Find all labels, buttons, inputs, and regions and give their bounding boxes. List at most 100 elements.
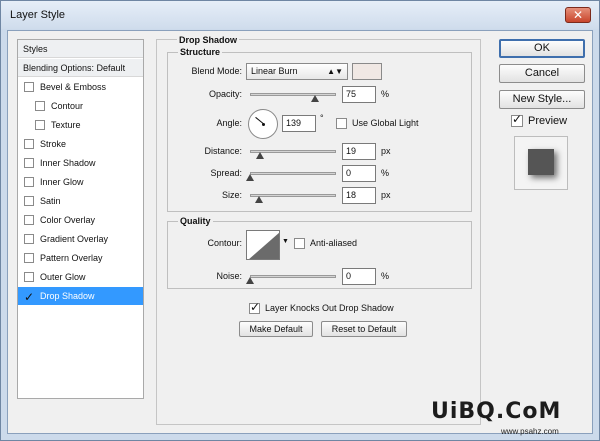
style-checkbox[interactable]: [24, 196, 34, 206]
spread-label: Spread:: [210, 168, 242, 178]
style-item-texture[interactable]: Texture: [18, 116, 143, 134]
drop-shadow-panel: Drop Shadow Structure Blend Mode: Linear…: [156, 35, 481, 425]
spread-input[interactable]: 0: [342, 165, 376, 182]
size-slider[interactable]: [250, 194, 336, 197]
spread-unit: %: [381, 168, 390, 178]
layer-style-window: Layer Style ✕ Styles Blending Options: D…: [0, 0, 600, 441]
use-global-light-label: Use Global Light: [352, 118, 419, 128]
ok-button[interactable]: OK: [499, 39, 585, 58]
style-item-label: Gradient Overlay: [40, 234, 109, 244]
size-unit: px: [381, 190, 391, 200]
style-checkbox[interactable]: [35, 120, 45, 130]
noise-unit: %: [381, 271, 390, 281]
blending-options[interactable]: Blending Options: Default: [18, 59, 143, 77]
style-checkbox[interactable]: [35, 101, 45, 111]
style-checkbox[interactable]: [24, 234, 34, 244]
style-item-label: Stroke: [40, 139, 67, 149]
distance-slider-thumb[interactable]: [256, 152, 265, 159]
style-item-label: Drop Shadow: [40, 291, 95, 301]
spread-slider[interactable]: [250, 172, 336, 175]
noise-slider-thumb[interactable]: [246, 277, 254, 284]
anti-aliased-label: Anti-aliased: [310, 238, 358, 248]
dialog-body: Styles Blending Options: Default Bevel &…: [7, 30, 593, 434]
style-item-bevel-emboss[interactable]: Bevel & Emboss: [18, 78, 143, 96]
contour-curve-icon: [249, 232, 279, 259]
angle-label: Angle:: [216, 118, 242, 128]
style-item-satin[interactable]: Satin: [18, 192, 143, 210]
distance-unit: px: [381, 146, 391, 156]
style-checkbox[interactable]: [24, 253, 34, 263]
style-item-label: Inner Glow: [40, 177, 84, 187]
check-icon: ✓: [24, 290, 35, 304]
opacity-slider[interactable]: [250, 93, 336, 96]
style-item-stroke[interactable]: Stroke: [18, 135, 143, 153]
blend-mode-value: Linear Burn: [251, 66, 298, 76]
style-item-label: Color Overlay: [40, 215, 96, 225]
structure-title: Structure: [178, 47, 223, 57]
watermark-url: www.psahz.com: [501, 427, 559, 436]
chevron-down-icon[interactable]: ▼: [282, 238, 289, 245]
style-checkbox[interactable]: [24, 158, 34, 168]
title-bar: Layer Style ✕: [1, 1, 599, 29]
new-style-button[interactable]: New Style...: [499, 90, 585, 109]
style-item-gradient-overlay[interactable]: Gradient Overlay: [18, 230, 143, 248]
layer-knocks-out-checkbox[interactable]: ✓: [249, 300, 261, 314]
style-item-color-overlay[interactable]: Color Overlay: [18, 211, 143, 229]
shadow-color-swatch[interactable]: [352, 63, 382, 80]
distance-label: Distance:: [204, 146, 242, 156]
size-label: Size:: [221, 190, 242, 200]
chevron-down-icon: ▲▼: [327, 67, 343, 76]
quality-group: Quality Contour: ▼ Anti-aliased Noise: 0…: [167, 216, 472, 289]
style-preview: [514, 136, 568, 190]
style-checkbox[interactable]: [24, 82, 34, 92]
make-default-button[interactable]: Make Default: [239, 321, 313, 337]
style-item-label: Bevel & Emboss: [40, 82, 107, 92]
style-item-inner-shadow[interactable]: Inner Shadow: [18, 154, 143, 172]
reset-to-default-button[interactable]: Reset to Default: [321, 321, 407, 337]
angle-input[interactable]: 139: [282, 115, 316, 132]
noise-slider[interactable]: [250, 275, 336, 278]
preview-swatch: [528, 149, 554, 175]
contour-label: Contour:: [207, 238, 242, 248]
angle-dial[interactable]: [248, 109, 278, 139]
styles-header[interactable]: Styles: [18, 40, 143, 58]
opacity-slider-thumb[interactable]: [310, 95, 319, 102]
preview-label: Preview: [528, 115, 568, 127]
style-checkbox[interactable]: [24, 177, 34, 187]
angle-dial-center: [262, 123, 265, 126]
style-item-label: Inner Shadow: [40, 158, 96, 168]
style-item-pattern-overlay[interactable]: Pattern Overlay: [18, 249, 143, 267]
cancel-button[interactable]: Cancel: [499, 64, 585, 83]
style-item-contour[interactable]: Contour: [18, 97, 143, 115]
anti-aliased-checkbox[interactable]: [294, 238, 305, 249]
style-item-drop-shadow[interactable]: ✓ Drop Shadow: [18, 287, 143, 305]
contour-picker[interactable]: [246, 230, 280, 260]
style-item-label: Satin: [40, 196, 61, 206]
style-checkbox[interactable]: [24, 272, 34, 282]
opacity-label: Opacity:: [208, 89, 242, 99]
window-title: Layer Style: [10, 9, 66, 21]
blend-mode-label: Blend Mode:: [191, 66, 242, 76]
opacity-input[interactable]: 75: [342, 86, 376, 103]
preview-checkbox[interactable]: ✓: [511, 112, 523, 127]
style-checkbox[interactable]: ✓: [24, 290, 34, 304]
degree-unit: °: [320, 113, 324, 123]
style-item-inner-glow[interactable]: Inner Glow: [18, 173, 143, 191]
use-global-light-checkbox[interactable]: [336, 118, 347, 129]
structure-group: Structure Blend Mode: Linear Burn ▲▼ Opa…: [167, 47, 472, 212]
blend-mode-select[interactable]: Linear Burn ▲▼: [246, 63, 348, 80]
style-item-outer-glow[interactable]: Outer Glow: [18, 268, 143, 286]
noise-label: Noise:: [216, 271, 242, 281]
size-slider-thumb[interactable]: [254, 196, 263, 203]
spread-slider-thumb[interactable]: [246, 174, 254, 181]
close-button[interactable]: ✕: [565, 7, 591, 23]
check-icon: ✓: [250, 300, 261, 314]
style-checkbox[interactable]: [24, 139, 34, 149]
style-item-label: Pattern Overlay: [40, 253, 103, 263]
size-input[interactable]: 18: [342, 187, 376, 204]
layer-knocks-out-label: Layer Knocks Out Drop Shadow: [265, 303, 394, 313]
watermark-logo: UiBQ.CoM: [431, 399, 562, 424]
distance-input[interactable]: 19: [342, 143, 376, 160]
noise-input[interactable]: 0: [342, 268, 376, 285]
style-checkbox[interactable]: [24, 215, 34, 225]
